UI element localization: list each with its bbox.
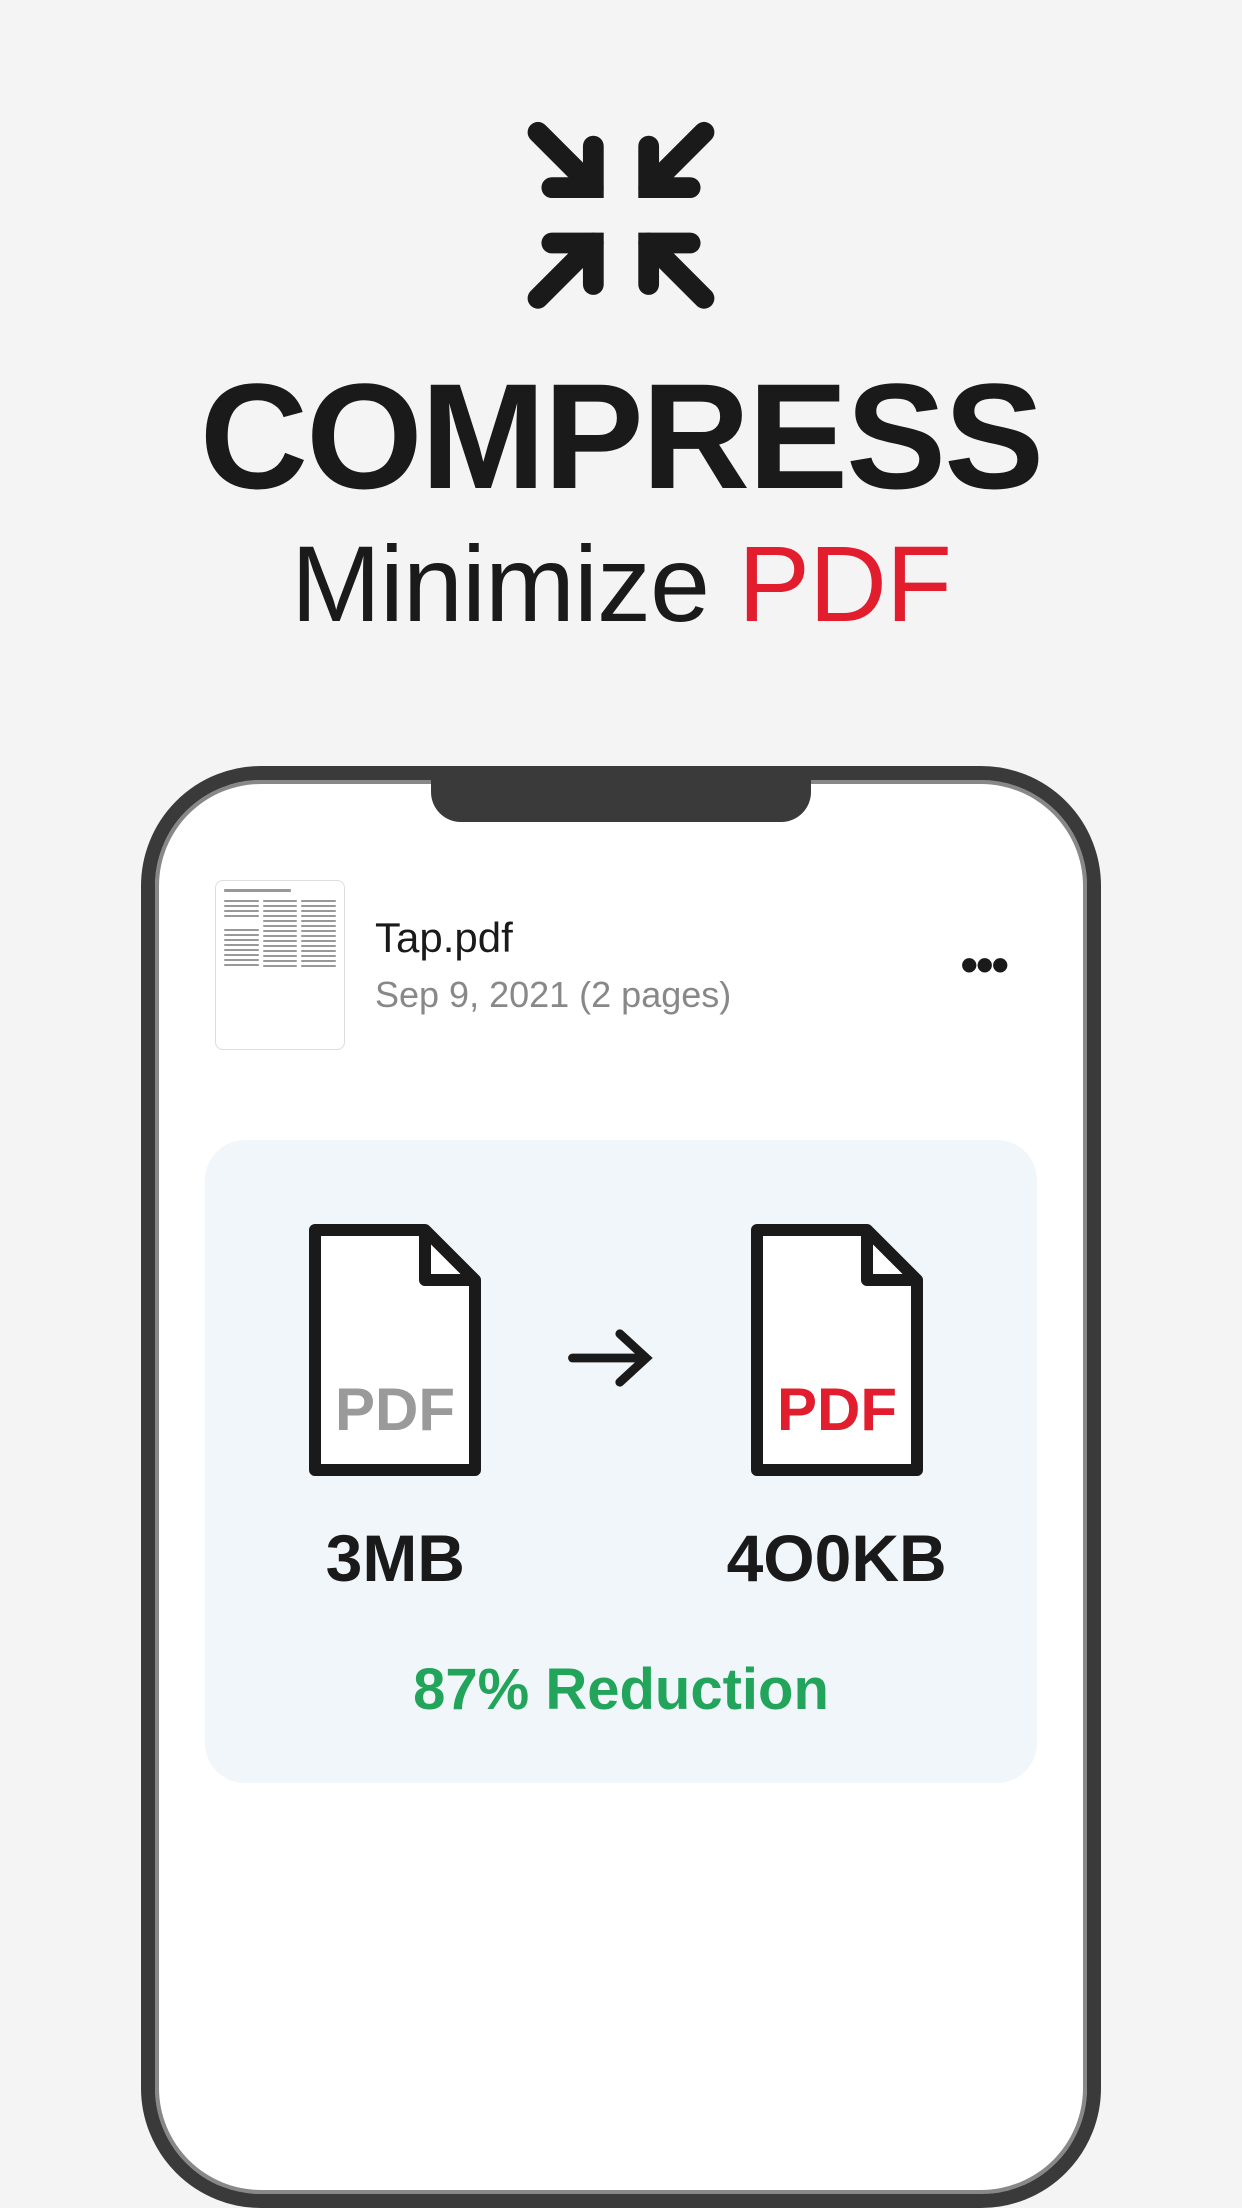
file-meta: Sep 9, 2021 (2 pages) [375, 974, 930, 1016]
file-thumbnail [215, 880, 345, 1050]
file-row[interactable]: Tap.pdf Sep 9, 2021 (2 pages) ••• [205, 880, 1037, 1050]
size-before: 3MB [326, 1520, 465, 1596]
phone-frame: Tap.pdf Sep 9, 2021 (2 pages) ••• PDF [141, 766, 1101, 2208]
arrow-right-icon [556, 1303, 666, 1413]
pdf-file-icon-after: PDF [737, 1220, 937, 1480]
pdf-before: PDF 3MB [295, 1220, 495, 1596]
file-name: Tap.pdf [375, 914, 930, 962]
page-title: COMPRESS [200, 361, 1042, 511]
svg-text:PDF: PDF [777, 1376, 897, 1443]
phone-notch [431, 780, 811, 822]
pdf-after: PDF 4O0KB [727, 1220, 947, 1596]
compress-icon [501, 100, 741, 331]
compression-card: PDF 3MB [205, 1140, 1037, 1783]
reduction-text: 87% Reduction [265, 1656, 977, 1723]
more-icon[interactable]: ••• [960, 936, 1027, 994]
size-after: 4O0KB [727, 1520, 947, 1596]
pdf-file-icon-before: PDF [295, 1220, 495, 1480]
svg-text:PDF: PDF [335, 1376, 455, 1443]
page-subtitle: Minimize PDF [291, 521, 951, 646]
